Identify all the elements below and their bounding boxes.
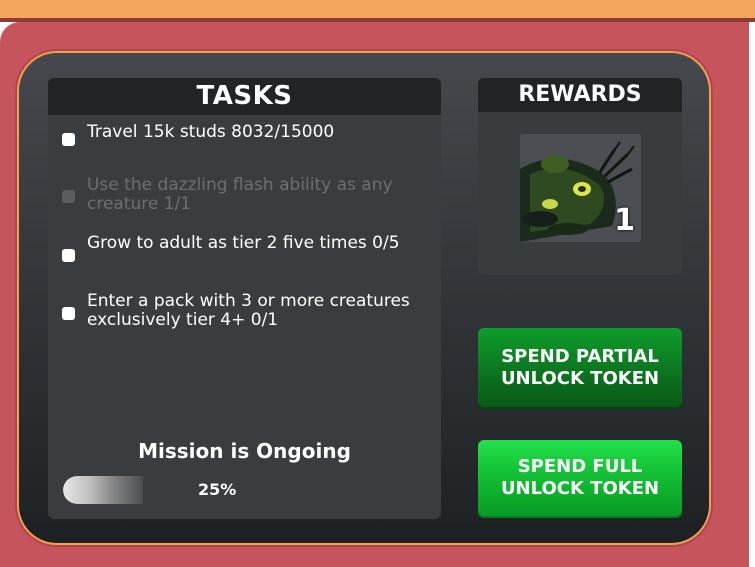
mission-status: Mission is Ongoing <box>138 439 351 463</box>
right-edge <box>749 22 755 567</box>
tasks-card: TASKS Travel 15k studs 8032/15000 Use th… <box>48 78 441 519</box>
button-label: SPEND FULL UNLOCK TOKEN <box>500 456 660 499</box>
task-checkbox <box>62 249 75 262</box>
task-checkbox <box>62 307 75 320</box>
rewards-card: REWARDS 1 <box>478 78 682 275</box>
task-text: Travel 15k studs 8032/15000 <box>87 122 335 142</box>
task-text: Grow to adult as tier 2 five times 0/5 <box>87 233 400 253</box>
button-label: SPEND PARTIAL UNLOCK TOKEN <box>500 345 660 389</box>
spend-partial-unlock-token-button[interactable]: SPEND PARTIAL UNLOCK TOKEN <box>478 328 682 407</box>
progress-fill <box>63 476 143 504</box>
rewards-header: REWARDS <box>478 78 682 112</box>
task-checkbox <box>62 190 75 203</box>
tasks-header: TASKS <box>48 78 441 115</box>
task-checkbox <box>62 133 75 146</box>
task-text: Enter a pack with 3 or more creatures ex… <box>87 291 410 330</box>
task-text: Use the dazzling flash ability as any cr… <box>87 175 393 214</box>
progress-label: 25% <box>198 480 237 499</box>
spend-full-unlock-token-button[interactable]: SPEND FULL UNLOCK TOKEN <box>478 440 682 516</box>
reward-count: 1 <box>614 203 635 238</box>
reward-item[interactable]: 1 <box>520 134 641 242</box>
